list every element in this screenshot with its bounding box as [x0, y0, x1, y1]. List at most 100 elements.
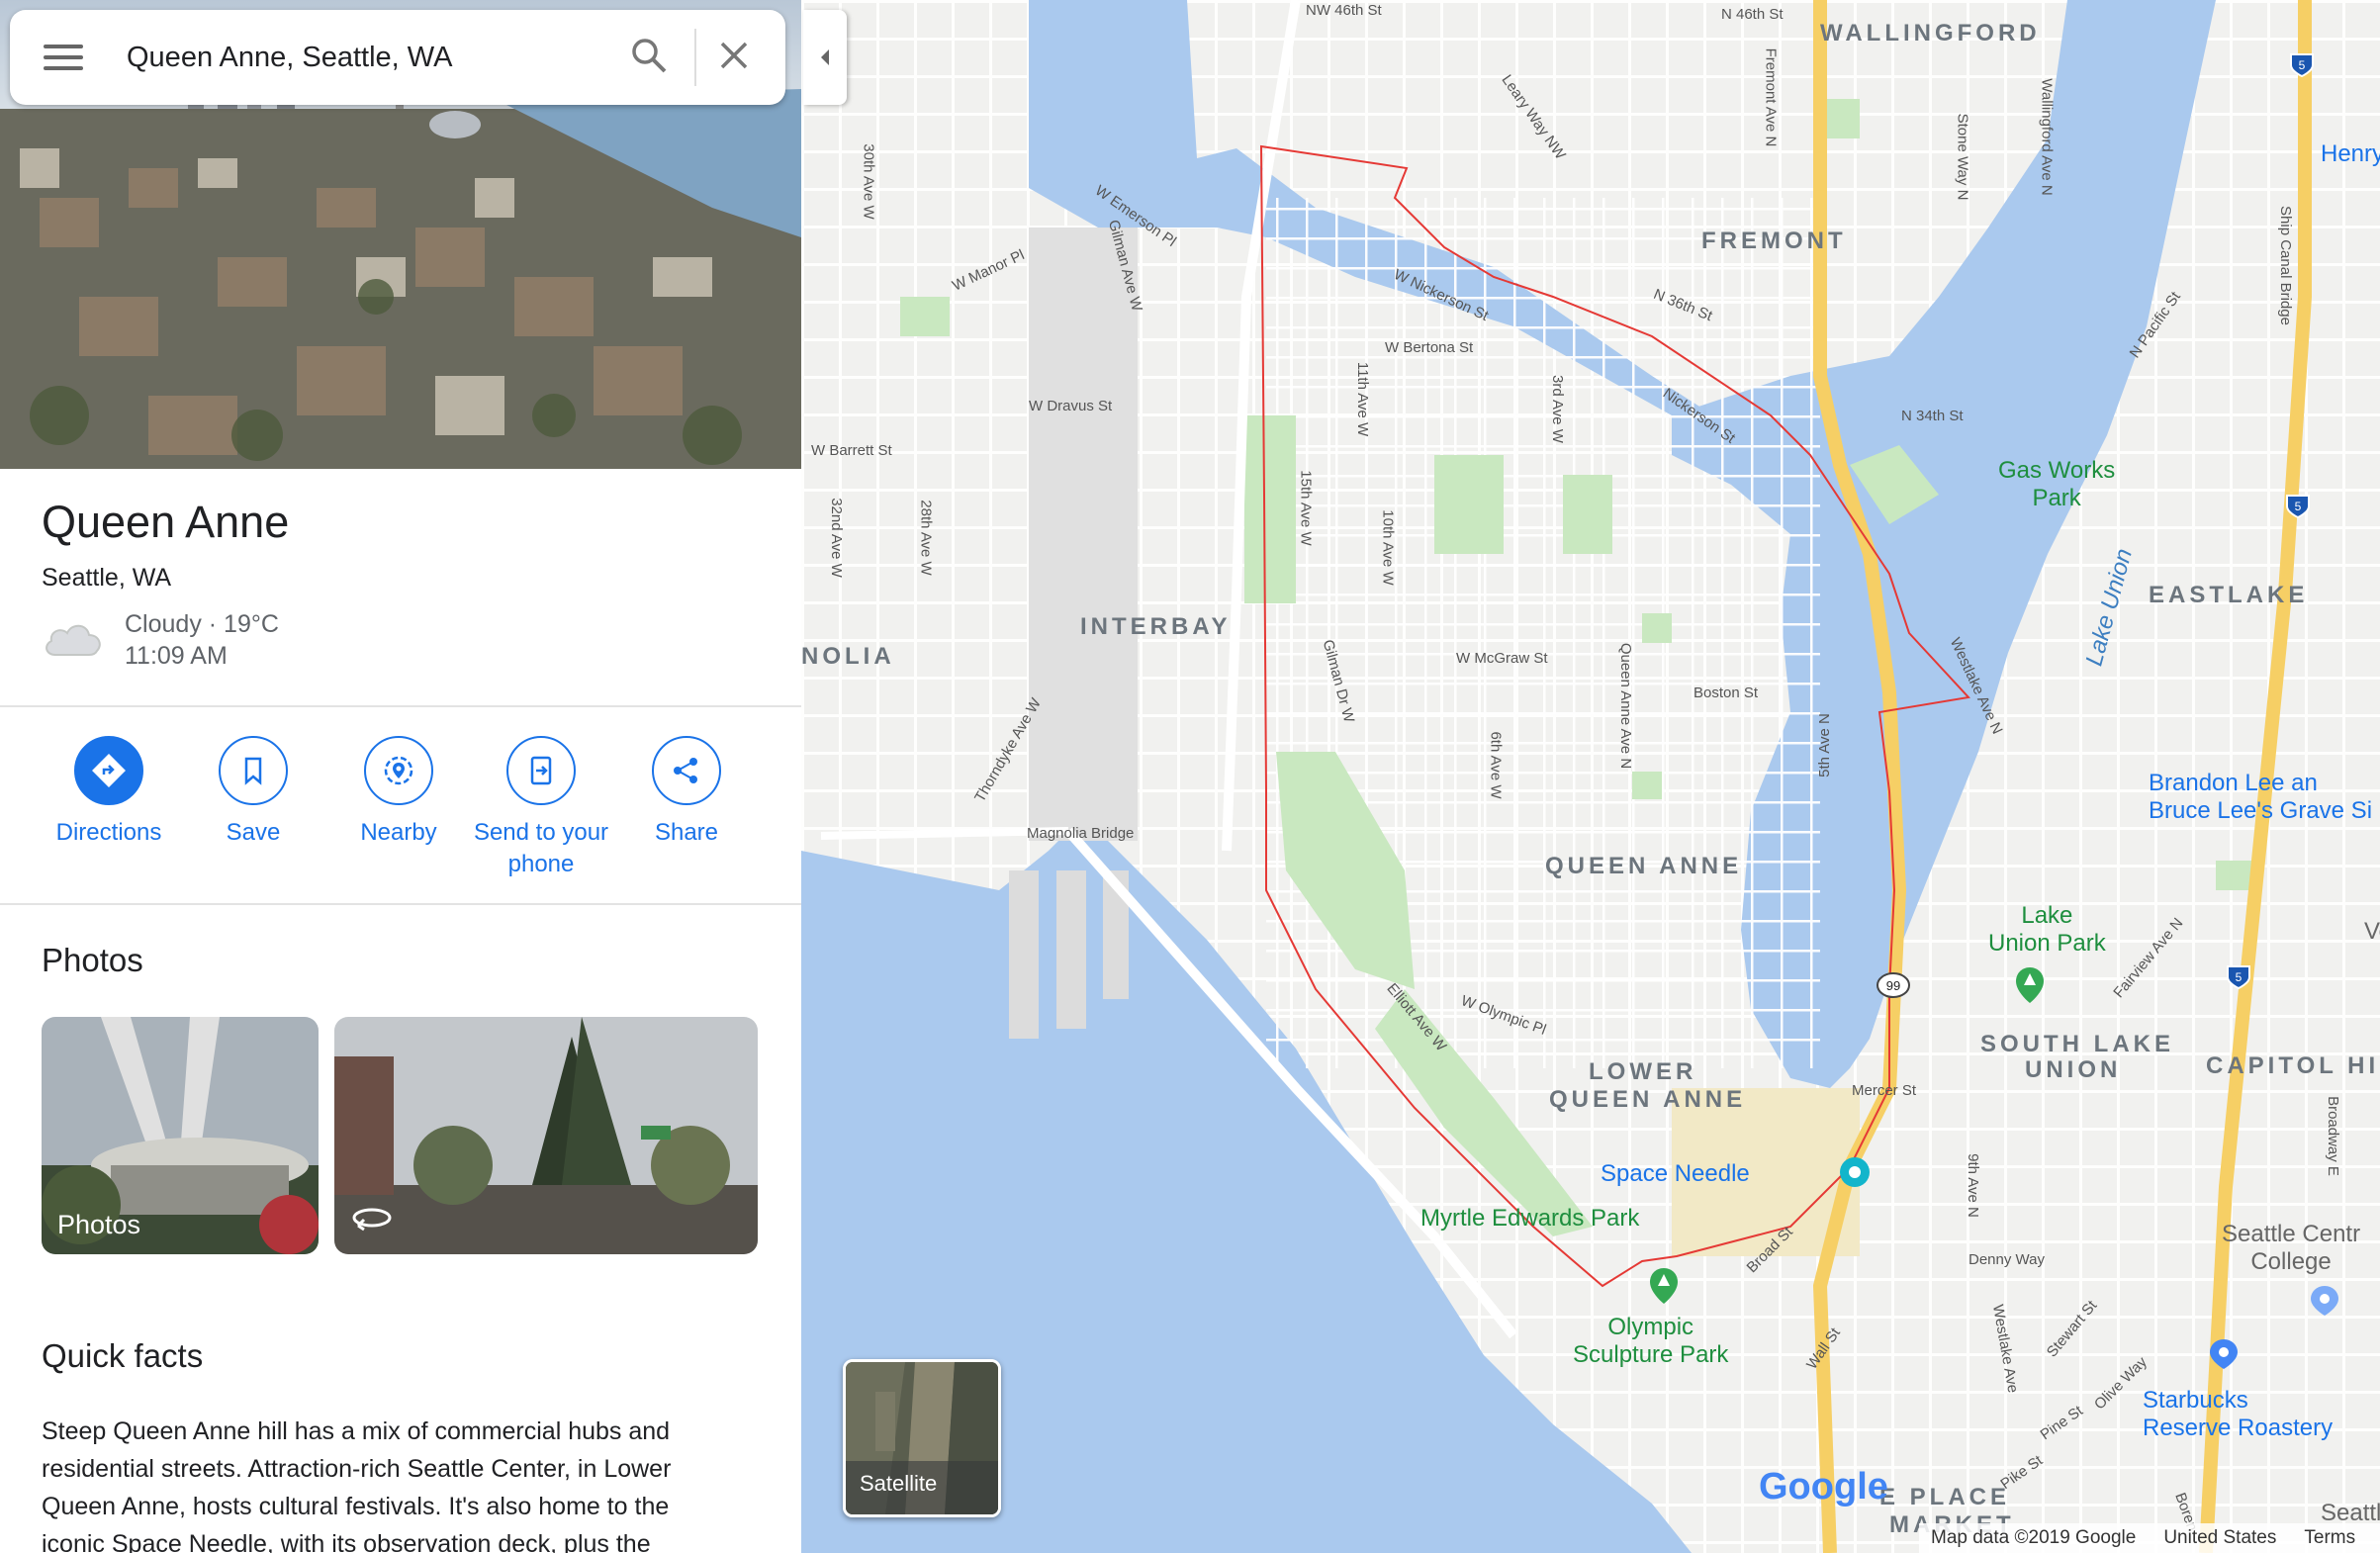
street-w-mcgraw: W McGraw St: [1456, 650, 1548, 667]
street-15th-ave: 15th Ave W: [1297, 470, 1315, 546]
place-gas-works-line2: Park: [2032, 485, 2081, 511]
street-stone-way: Stone Way N: [1954, 113, 1971, 201]
cloudy-icon: [42, 615, 105, 666]
label-capitol-hill: CAPITOL HILL: [2206, 1052, 2380, 1079]
label-lower-queen-anne-2: QUEEN ANNE: [1549, 1086, 1747, 1113]
street-view-photo: [334, 1017, 758, 1254]
place-lake-union-park: Lake Union Park: [1988, 902, 2106, 958]
map-canvas[interactable]: WALLINGFORD FREMONT INTERBAY NOLIA QUEEN…: [801, 0, 2380, 1553]
place-myrtle-edwards[interactable]: Myrtle Edwards Park: [1420, 1205, 1639, 1233]
i5-shield-label-3: 5: [2236, 970, 2243, 984]
street-6th-ave: 6th Ave W: [1487, 731, 1505, 799]
street-queen-anne-ave: Queen Anne Ave N: [1617, 642, 1635, 770]
label-pike-place-1: E PLACE: [1879, 1484, 2011, 1510]
place-bruce-lee-line2: Bruce Lee's Grave Si: [2149, 797, 2373, 824]
divider: [0, 903, 801, 905]
share-button[interactable]: Share: [614, 736, 759, 849]
i5-shield-label-2: 5: [2295, 500, 2302, 513]
place-henry-art[interactable]: Henry A: [2321, 140, 2380, 168]
street-30th-ave: 30th Ave W: [860, 143, 877, 220]
label-south-lake-union-2: UNION: [2025, 1056, 2122, 1083]
street-28th-ave: 28th Ave W: [917, 500, 935, 576]
street-nw46: NW 46th St: [1306, 2, 1382, 19]
weather-info: Cloudy · 19°C 11:09 AM: [125, 608, 279, 672]
search-box: Queen Anne, Seattle, WA: [10, 10, 785, 105]
google-logo-text: Google: [1759, 1466, 1888, 1508]
directions-label: Directions: [55, 819, 162, 846]
place-starbucks[interactable]: Starbucks Reserve Roastery: [2143, 1387, 2333, 1442]
place-gas-works: Gas Works Park: [1998, 457, 2115, 512]
quick-facts-heading: Quick facts: [42, 1337, 204, 1374]
street-broadway: Broadway E: [2324, 1096, 2341, 1176]
street-32nd-ave: 32nd Ave W: [827, 498, 845, 578]
street-3rd-ave: 3rd Ave W: [1548, 375, 1566, 443]
place-lake-union-park-line1: Lake: [2021, 902, 2073, 929]
label-magnolia: NOLIA: [801, 643, 895, 670]
label-wallingford: WALLINGFORD: [1820, 20, 2041, 46]
menu-icon[interactable]: [44, 38, 83, 77]
map-data-credit: Map data ©2019 Google: [1931, 1527, 2137, 1548]
send-to-phone-button[interactable]: Send to your phone: [469, 736, 613, 880]
nearby-button[interactable]: Nearby: [326, 736, 471, 849]
street-n34: N 34th St: [1901, 408, 1964, 424]
label-south-lake-union-1: SOUTH LAKE: [1980, 1031, 2174, 1057]
save-button[interactable]: Save: [181, 736, 325, 849]
place-olympic-sculpture[interactable]: Olympic Sculpture Park: [1573, 1314, 1728, 1369]
quick-facts-text: Steep Queen Anne hill has a mix of comme…: [42, 1417, 672, 1553]
street-10th-ave: 10th Ave W: [1379, 509, 1397, 586]
collapse-panel-button[interactable]: [803, 10, 847, 105]
nearby-label: Nearby: [360, 819, 437, 846]
close-icon[interactable]: [718, 40, 750, 76]
send-to-phone-label: Send to your phone: [469, 817, 613, 880]
place-panel: Queen Anne Seattle, WA Cloudy · 19°C 11:…: [0, 0, 801, 1553]
label-lower-queen-anne-1: LOWER: [1589, 1058, 1697, 1085]
place-bruce-lee-line1: Brandon Lee an: [2149, 770, 2318, 796]
street-wallingford-ave: Wallingford Ave N: [2038, 78, 2056, 196]
place-bruce-lee[interactable]: Brandon Lee an Bruce Lee's Grave Si: [2149, 770, 2372, 825]
directions-button[interactable]: Directions: [37, 736, 181, 849]
local-time: 11:09 AM: [125, 642, 228, 670]
street-fremont-ave: Fremont Ave N: [1762, 47, 1780, 147]
street-11th-ave: 11th Ave W: [1354, 361, 1372, 437]
street-magnolia-bridge: Magnolia Bridge: [1027, 825, 1135, 842]
place-starbucks-line2: Reserve Roastery: [2143, 1415, 2334, 1441]
nearby-icon: [364, 736, 433, 805]
photo-tile-space-needle[interactable]: Photos: [42, 1017, 319, 1254]
place-seattle-central[interactable]: Seattle Centr College: [2222, 1221, 2360, 1276]
photo-tile-street-view[interactable]: [334, 1017, 758, 1254]
satellite-toggle-button[interactable]: Satellite: [843, 1359, 1001, 1517]
street-w-barrett: W Barrett St: [811, 442, 892, 459]
search-input[interactable]: Queen Anne, Seattle, WA: [127, 42, 629, 74]
place-gas-works-line1: Gas Works: [1998, 457, 2116, 484]
place-vol: Vo: [2364, 918, 2380, 945]
send-to-phone-label-line1: Send to your: [473, 819, 609, 846]
place-olympic-line2: Sculpture Park: [1573, 1341, 1729, 1368]
place-seattle-central-line1: Seattle Centr: [2222, 1221, 2361, 1247]
photos-heading: Photos: [42, 942, 143, 978]
label-fremont: FREMONT: [1701, 228, 1847, 254]
search-icon[interactable]: [629, 36, 669, 80]
google-logo-letters: Google: [1759, 1466, 1888, 1507]
street-boston: Boston St: [1693, 685, 1759, 701]
chevron-left-icon: [821, 49, 829, 65]
weather-condition: Cloudy · 19°C: [125, 610, 279, 638]
place-subtitle: Seattle, WA: [42, 564, 172, 592]
label-eastlake: EASTLAKE: [2149, 582, 2309, 608]
country-link[interactable]: United States: [2163, 1527, 2276, 1549]
place-space-needle[interactable]: Space Needle: [1601, 1160, 1750, 1188]
place-lake-union-park-line2: Union Park: [1988, 930, 2106, 957]
place-seattle-central-line2: College: [2250, 1248, 2332, 1275]
directions-icon: [74, 736, 143, 805]
street-denny: Denny Way: [1968, 1251, 2045, 1268]
label-interbay: INTERBAY: [1080, 613, 1232, 640]
photos-tile-caption: Photos: [57, 1210, 141, 1239]
send-to-phone-label-line2: phone: [507, 851, 575, 877]
street-mercer: Mercer St: [1852, 1082, 1917, 1099]
place-title: Queen Anne: [42, 497, 290, 547]
street-ship-canal: Ship Canal Bridge: [2276, 206, 2294, 325]
street-w-bertona: W Bertona St: [1385, 339, 1474, 356]
save-label: Save: [226, 819, 281, 846]
terms-link[interactable]: Terms: [2304, 1527, 2355, 1549]
send-to-phone-icon: [506, 736, 576, 805]
street-9th-ave: 9th Ave N: [1964, 1153, 1981, 1218]
